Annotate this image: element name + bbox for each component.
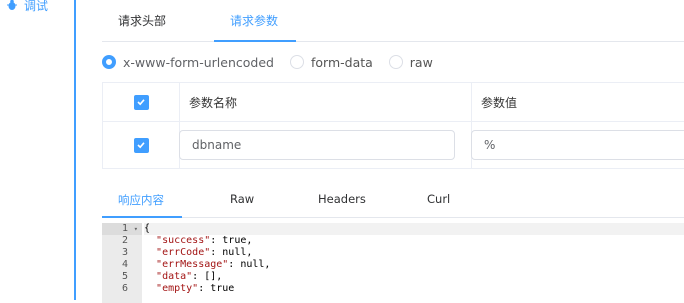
tab-request-params[interactable]: 请求参数 [230, 12, 278, 29]
editor-code[interactable]: { "success": true, "errCode": null, "err… [144, 223, 684, 295]
radio-raw[interactable]: raw [388, 54, 433, 70]
select-all-cell [103, 83, 180, 121]
table-row: dbname % [103, 122, 684, 168]
code-line: "errMessage": null, [156, 259, 271, 270]
param-value-header: 参数值 [471, 83, 684, 121]
radio-label: raw [409, 54, 433, 70]
radio-label: x-www-form-urlencoded [123, 54, 274, 70]
bug-icon [6, 0, 18, 11]
params-header-row: 参数名称 参数值 [103, 83, 684, 122]
code-line: "errCode": null, [156, 247, 253, 258]
line-number: 6 [121, 283, 128, 294]
line-number: 3 [121, 247, 128, 258]
radio-circle[interactable] [289, 55, 304, 69]
row-checkbox-cell [103, 122, 180, 168]
column-header: 参数值 [481, 95, 518, 110]
fold-arrow-icon[interactable]: ▾ [134, 223, 138, 235]
code-line: "success": true, [156, 235, 253, 246]
param-value-cell: % [471, 122, 684, 168]
tab-raw[interactable]: Raw [230, 192, 254, 206]
tab-headers[interactable]: Headers [318, 192, 366, 206]
sidebar: 调试 [0, 0, 76, 300]
request-tabs: 请求头部 请求参数 [102, 0, 684, 42]
code-line: "empty": true [156, 283, 235, 294]
body-type-radios: x-www-form-urlencoded form-data raw [102, 52, 449, 72]
response-tabs: 响应内容 Raw Headers Curl [102, 183, 684, 218]
sidebar-item-label: 调试 [24, 0, 49, 13]
tab-curl[interactable]: Curl [427, 192, 450, 206]
line-number: 1 ▾ [102, 223, 142, 235]
active-tab-indicator [214, 40, 296, 42]
code-line: "data": [], [156, 271, 223, 282]
line-number: 4 [121, 259, 128, 270]
tab-request-headers[interactable]: 请求头部 [118, 12, 166, 29]
response-editor[interactable]: 1 ▾ 2 3 4 5 6 { "success": true, "errCode… [102, 223, 684, 303]
radio-label: form-data [310, 54, 373, 70]
row-checkbox[interactable] [133, 137, 149, 153]
line-number: 5 [121, 271, 128, 282]
param-name-header: 参数名称 [179, 83, 472, 121]
radio-circle[interactable] [388, 55, 403, 69]
param-name-cell: dbname [179, 122, 472, 168]
active-tab-indicator [102, 216, 182, 218]
radio-form-data[interactable]: form-data [289, 54, 373, 70]
line-number: 2 [121, 235, 128, 246]
param-name-input[interactable]: dbname [179, 130, 455, 160]
column-header: 参数名称 [189, 95, 238, 110]
radio-x-www-form-urlencoded[interactable]: x-www-form-urlencoded [102, 55, 274, 70]
param-value-input[interactable]: % [471, 130, 684, 160]
main-panel: 请求头部 请求参数 x-www-form-urlencoded form-dat… [78, 0, 684, 303]
check-icon [137, 99, 145, 106]
select-all-checkbox[interactable] [133, 94, 149, 110]
radio-circle[interactable] [102, 55, 116, 69]
tab-response-content[interactable]: 响应内容 [118, 192, 164, 208]
check-icon [137, 142, 145, 149]
code-line: { [144, 223, 684, 235]
sidebar-item-debug[interactable]: 调试 [6, 0, 48, 16]
params-table: 参数名称 参数值 dbname % [102, 82, 684, 169]
editor-gutter: 1 ▾ 2 3 4 5 6 [102, 223, 142, 303]
